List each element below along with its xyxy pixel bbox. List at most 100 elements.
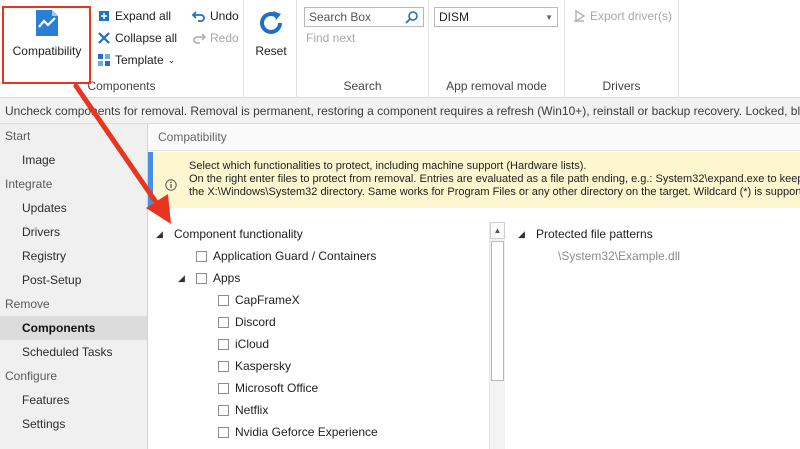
export-drivers-label: Export driver(s) [590, 9, 673, 23]
drivers-group: Export driver(s) Drivers [565, 0, 679, 98]
expand-all-label: Expand all [115, 9, 172, 23]
tree-item-netflix[interactable]: Netflix [218, 399, 268, 421]
sidebar-item-components[interactable]: Components [0, 316, 147, 340]
component-tree: ◢ Component functionality Application Gu… [148, 220, 488, 449]
tree-item-label: Kaspersky [235, 359, 292, 373]
redo-icon [192, 31, 206, 45]
tree-item-label: Apps [213, 271, 241, 285]
sidebar-section-integrate: Integrate [5, 177, 53, 191]
compatibility-panel: Compatibility Select which functionaliti… [147, 124, 800, 449]
tree-item-label: Discord [235, 315, 276, 329]
reset-button[interactable]: Reset [248, 8, 294, 58]
expand-all-button[interactable]: Expand all [97, 9, 171, 23]
dropdown-arrow-icon: ▼ [545, 12, 553, 22]
redo-label: Redo [210, 31, 239, 45]
app-removal-mode-label: App removal mode [446, 79, 547, 93]
search-placeholder: Search Box [309, 10, 372, 24]
tree-item-app-guard[interactable]: Application Guard / Containers [196, 245, 376, 267]
reset-label: Reset [255, 44, 287, 58]
tree-item-label: Application Guard / Containers [213, 249, 377, 263]
find-next-button[interactable]: Find next [306, 31, 355, 45]
info-line-3: the X:\Windows\System32 directory. Same … [189, 186, 800, 198]
checkbox[interactable] [196, 250, 207, 262]
collapse-arrow-icon[interactable]: ◢ [178, 273, 190, 284]
sidebar-item-image[interactable]: Image [0, 148, 147, 172]
checkbox[interactable] [196, 272, 207, 284]
refresh-icon [256, 8, 286, 38]
tree-root[interactable]: ◢ Component functionality [156, 223, 303, 245]
collapse-arrow-icon[interactable]: ◢ [518, 229, 530, 240]
tree-item-discord[interactable]: Discord [218, 311, 276, 333]
export-drivers-button[interactable]: Export driver(s) [572, 9, 672, 23]
tree-root-label: Component functionality [174, 227, 303, 241]
tree-item-icloud[interactable]: iCloud [218, 333, 269, 355]
undo-icon [192, 9, 206, 23]
search-input[interactable]: Search Box [304, 7, 424, 27]
sidebar-section-configure: Configure [5, 369, 58, 383]
sidebar-item-drivers[interactable]: Drivers [0, 220, 147, 244]
collapse-icon [97, 31, 111, 45]
tree-item-label: Microsoft Office [235, 381, 319, 395]
reset-group: Reset [244, 0, 297, 98]
checkbox[interactable] [218, 316, 229, 328]
sidebar-item-features[interactable]: Features [0, 388, 147, 412]
collapse-all-label: Collapse all [115, 31, 178, 45]
instruction-text: Uncheck components for removal. Removal … [5, 103, 800, 118]
info-line-1: Select which functionalities to protect,… [189, 160, 587, 172]
app-removal-mode-select[interactable]: DISM ▼ [434, 7, 558, 27]
sidebar-section-remove: Remove [5, 297, 50, 311]
tree-item-kaspersky[interactable]: Kaspersky [218, 355, 291, 377]
protected-root-label: Protected file patterns [536, 227, 653, 241]
template-button[interactable]: Template ⌄ [97, 53, 175, 67]
panel-title: Compatibility [148, 124, 800, 151]
tree-item-label: iCloud [235, 337, 270, 351]
expand-icon [97, 9, 111, 23]
checkbox[interactable] [218, 426, 229, 438]
protected-example-label: \System32\Example.dll [558, 249, 681, 263]
template-label: Template [115, 53, 164, 67]
protected-files-tree: ◢ Protected file patterns \System32\Exam… [518, 220, 800, 449]
app-removal-mode-value: DISM [439, 10, 469, 24]
sidebar-item-registry[interactable]: Registry [0, 244, 147, 268]
sidebar-item-scheduled-tasks[interactable]: Scheduled Tasks [0, 340, 147, 364]
drivers-group-label: Drivers [602, 79, 641, 93]
sidebar-item-post-setup[interactable]: Post-Setup [0, 268, 147, 292]
ribbon: Compatibility Expand all Collapse all Te… [0, 0, 800, 98]
checkbox[interactable] [218, 404, 229, 416]
checkbox[interactable] [218, 338, 229, 350]
scrollbar-thumb[interactable] [491, 241, 504, 381]
scroll-up-arrow-icon[interactable]: ▲ [490, 222, 505, 239]
protected-root[interactable]: ◢ Protected file patterns [518, 223, 653, 245]
undo-button[interactable]: Undo [192, 9, 239, 23]
sidebar: Start Image Integrate Updates Drivers Re… [0, 124, 147, 449]
search-group-label: Search [343, 79, 382, 93]
template-icon [97, 53, 111, 67]
tree-item-label: Netflix [235, 403, 269, 417]
collapse-arrow-icon[interactable]: ◢ [156, 229, 168, 240]
search-icon[interactable] [405, 10, 419, 24]
info-icon [165, 161, 177, 208]
tree-item-apps[interactable]: ◢ Apps [178, 267, 240, 289]
export-icon [572, 9, 586, 23]
undo-label: Undo [210, 9, 239, 23]
tree-item-capframex[interactable]: CapFrameX [218, 289, 300, 311]
checkbox[interactable] [218, 382, 229, 394]
sidebar-item-updates[interactable]: Updates [0, 196, 147, 220]
compatibility-highlight-box [2, 6, 91, 84]
protected-example-entry[interactable]: \System32\Example.dll [558, 245, 680, 267]
info-line-2: On the right enter files to protect from… [189, 173, 800, 185]
redo-button[interactable]: Redo [192, 31, 239, 45]
tree-item-microsoft-office[interactable]: Microsoft Office [218, 377, 318, 399]
tree-scrollbar[interactable]: ▲ [489, 222, 505, 449]
tree-item-label: CapFrameX [235, 293, 300, 307]
tree-item-label: Nvidia Geforce Experience [235, 425, 378, 439]
chevron-down-icon: ⌄ [167, 54, 176, 65]
info-notice: Select which functionalities to protect,… [148, 152, 800, 208]
instruction-bar: Uncheck components for removal. Removal … [0, 98, 800, 124]
tree-item-nvidia[interactable]: Nvidia Geforce Experience [218, 421, 378, 443]
checkbox[interactable] [218, 294, 229, 306]
collapse-all-button[interactable]: Collapse all [97, 31, 177, 45]
checkbox[interactable] [218, 360, 229, 372]
sidebar-item-settings[interactable]: Settings [0, 412, 147, 436]
sidebar-section-start: Start [5, 129, 31, 143]
